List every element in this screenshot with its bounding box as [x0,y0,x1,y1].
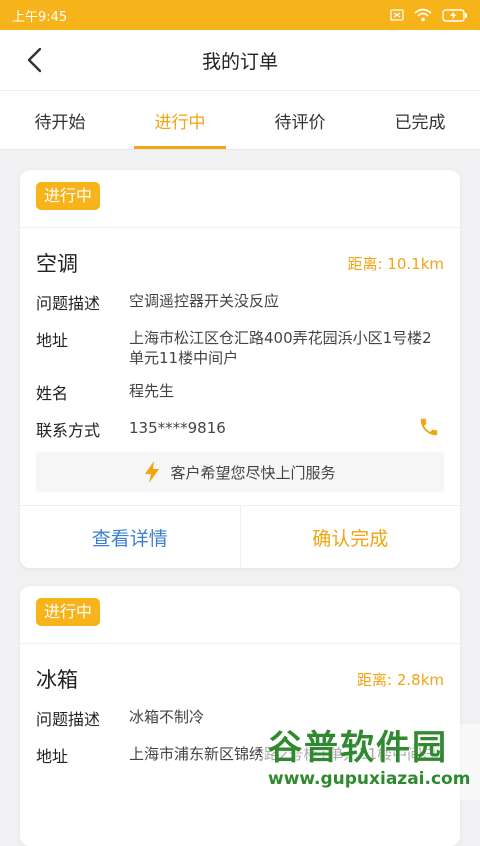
order-card: 进行中 冰箱 距离: 2.8km 问题描述 冰箱不制冷 地址 上海市浦东新区锦绣… [20,586,460,846]
card-divider [20,227,460,228]
name-label: 姓名 [36,384,69,403]
hint-text: 客户希望您尽快上门服务 [170,463,336,482]
watermark-url: www.gupuxiazai.com [268,769,471,789]
status-bar: 上午9:45 [0,0,480,30]
confirm-complete-button[interactable]: 确认完成 [239,506,461,568]
page-title: 我的订单 [201,50,278,73]
address-label: 地址 [36,747,69,766]
device-name: 空调 [36,252,78,276]
contact-value: 135****9816 [129,419,226,437]
contact-label: 联系方式 [36,421,101,440]
back-button[interactable] [14,40,54,80]
wifi-icon [414,8,432,22]
card-actions: 查看详情 确认完成 [20,505,460,568]
battery-icon [442,8,467,22]
address-value: 上海市松江区仓汇路400弄花园浜小区1号楼2单元11楼中间户 [129,329,432,367]
address-row: 地址 上海市松江区仓汇路400弄花园浜小区1号楼2单元11楼中间户 [36,327,444,368]
phone-icon[interactable] [418,416,440,438]
tab-completed[interactable]: 已完成 [360,91,480,149]
card-divider [20,643,460,644]
order-card: 进行中 空调 距离: 10.1km 问题描述 空调遥控器开关没反应 地址 上海市… [20,170,460,568]
app-header: 我的订单 [0,30,480,90]
view-details-button[interactable]: 查看详情 [20,506,240,568]
notification-icon [390,9,404,21]
problem-label: 问题描述 [36,710,101,729]
lightning-icon [145,461,160,483]
watermark: 谷普软件园 www.gupuxiazai.com [262,724,480,800]
chevron-left-icon [27,47,42,73]
watermark-title: 谷普软件园 [268,728,448,768]
tab-in-progress[interactable]: 进行中 [120,91,240,149]
device-name: 冰箱 [36,668,78,692]
order-tabs: 待开始 进行中 待评价 已完成 [0,90,480,150]
address-label: 地址 [36,331,69,350]
urgent-hint: 客户希望您尽快上门服务 [36,452,444,492]
distance-label: 距离: 2.8km [357,671,444,689]
contact-row: 联系方式 135****9816 [36,417,444,441]
status-badge: 进行中 [36,598,101,626]
name-value: 程先生 [129,382,175,400]
problem-value: 空调遥控器开关没反应 [129,292,280,310]
distance-label: 距离: 10.1km [347,255,444,273]
status-time: 上午9:45 [12,9,68,25]
status-icons [390,8,468,22]
name-row: 姓名 程先生 [36,380,444,404]
problem-row: 问题描述 空调遥控器开关没反应 [36,290,444,314]
tab-to-review[interactable]: 待评价 [240,91,360,149]
tab-pending[interactable]: 待开始 [0,91,120,149]
problem-label: 问题描述 [36,294,101,313]
status-badge: 进行中 [36,182,101,210]
